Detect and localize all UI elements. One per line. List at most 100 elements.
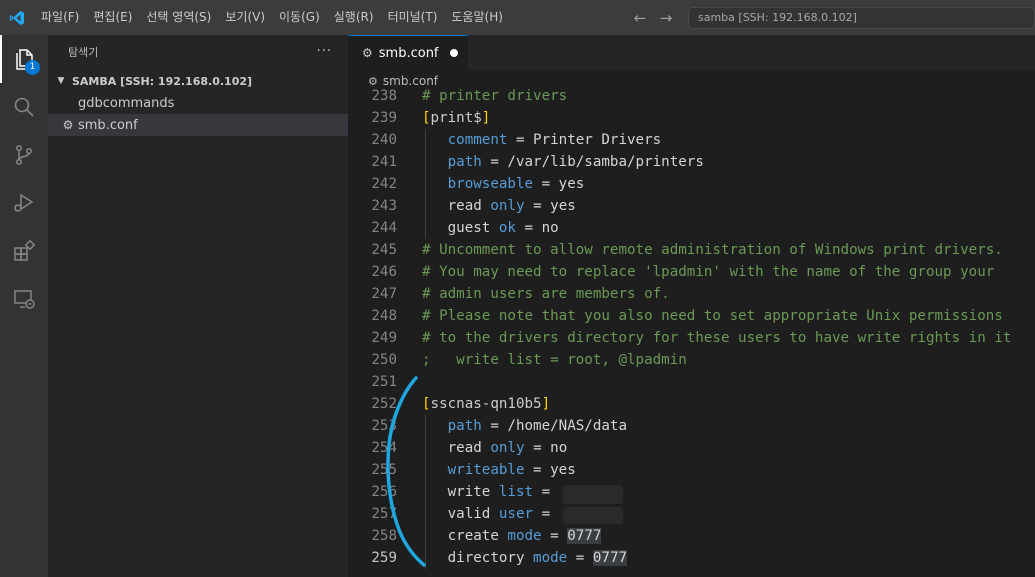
file-label: gdbcommands [78, 95, 175, 111]
line-number: 241 [371, 154, 397, 170]
menu-view[interactable]: 보기(V) [218, 0, 272, 35]
line-text: write list = [447, 484, 551, 500]
line-text: create mode = 0777 [447, 528, 602, 544]
chevron-down-icon: ▼ [57, 76, 65, 86]
line-text: read only = yes [447, 198, 576, 214]
code-line[interactable]: 245 # Uncomment to allow remote administr… [348, 239, 1035, 261]
title-bar: 파일(F) 편집(E) 선택 영역(S) 보기(V) 이동(G) 실행(R) 터… [0, 0, 1035, 35]
code-line[interactable]: 253 path = /home/NAS/data [348, 415, 1035, 437]
file-label: smb.conf [78, 117, 138, 133]
line-number: 238 [371, 88, 397, 104]
code-line[interactable]: 239 [print$] [348, 107, 1035, 129]
line-number: 254 [371, 440, 397, 456]
line-number: 248 [371, 308, 397, 324]
line-number: 255 [371, 462, 397, 478]
unsaved-dot-icon[interactable] [450, 49, 458, 57]
menu-bar: 파일(F) 편집(E) 선택 영역(S) 보기(V) 이동(G) 실행(R) 터… [34, 0, 510, 35]
line-text: [print$] [422, 110, 491, 126]
code-line[interactable]: 238 # printer drivers [348, 85, 1035, 107]
line-text: ; write list = root, @lpadmin [422, 352, 687, 368]
menu-selection[interactable]: 선택 영역(S) [139, 0, 218, 35]
line-text: directory mode = 0777 [447, 550, 628, 566]
line-text: writeable = yes [447, 462, 576, 478]
code-line[interactable]: 248 # Please note that you also need to s… [348, 305, 1035, 327]
code-line[interactable]: 254 read only = no [348, 437, 1035, 459]
activity-bar: 1 [0, 35, 48, 577]
line-number: 246 [371, 264, 397, 280]
line-number: 244 [371, 220, 397, 236]
gear-icon: ⚙ [362, 46, 373, 60]
tab-strip: ⚙ smb.conf [348, 35, 1035, 70]
menu-file[interactable]: 파일(F) [34, 0, 86, 35]
remote-explorer-icon[interactable] [0, 275, 48, 323]
code-line[interactable]: 258 create mode = 0777 [348, 525, 1035, 547]
explorer-badge: 1 [25, 60, 40, 75]
line-text: # Please note that you also need to set … [422, 308, 1003, 324]
code-line[interactable]: 241 path = /var/lib/samba/printers [348, 151, 1035, 173]
run-debug-icon[interactable] [0, 179, 48, 227]
code-line[interactable]: 244 guest ok = no [348, 217, 1035, 239]
more-actions-icon[interactable]: ··· [317, 35, 332, 70]
code-line[interactable]: 240 comment = Printer Drivers [348, 129, 1035, 151]
line-number: 242 [371, 176, 397, 192]
code-line[interactable]: 247 # admin users are members of. [348, 283, 1035, 305]
line-number: 252 [371, 396, 397, 412]
line-text: valid user = [447, 506, 551, 522]
source-control-icon[interactable] [0, 131, 48, 179]
file-item-smb-conf[interactable]: ⚙ smb.conf [48, 114, 348, 136]
line-number: 258 [371, 528, 397, 544]
code-line[interactable]: 249 # to the drivers directory for these … [348, 327, 1035, 349]
line-text: comment = Printer Drivers [447, 132, 662, 148]
extensions-icon[interactable] [0, 227, 48, 275]
line-number: 247 [371, 286, 397, 302]
menu-go[interactable]: 이동(G) [272, 0, 327, 35]
arrow-right-icon[interactable]: → [658, 9, 674, 27]
code-line[interactable]: 246 # You may need to replace 'lpadmin' w… [348, 261, 1035, 283]
line-number: 251 [371, 374, 397, 390]
gear-icon: ⚙ [62, 118, 74, 132]
line-number: 240 [371, 132, 397, 148]
tab-label: smb.conf [378, 45, 439, 61]
code-line[interactable]: 250 ; write list = root, @lpadmin [348, 349, 1035, 371]
menu-help[interactable]: 도움말(H) [444, 0, 510, 35]
code-line[interactable]: 257 valid user = [348, 503, 1035, 525]
line-text: guest ok = no [447, 220, 559, 236]
line-number: 249 [371, 330, 397, 346]
code-line[interactable]: 243 read only = yes [348, 195, 1035, 217]
line-number: 250 [371, 352, 397, 368]
code-line[interactable]: 259 directory mode = 0777 [348, 547, 1035, 569]
line-text: # printer drivers [422, 88, 568, 104]
line-text: # to the drivers directory for these use… [422, 330, 1012, 346]
line-number: 243 [371, 198, 397, 214]
code-line[interactable]: 252 [sscnas-qn10b5] [348, 393, 1035, 415]
redacted-value [563, 485, 623, 504]
code-line[interactable]: 251 [348, 371, 1035, 393]
line-text: read only = no [447, 440, 568, 456]
editor-area: ⚙ smb.conf ⚙ smb.conf 238 # printer drive… [348, 35, 1035, 577]
tab-smb-conf[interactable]: ⚙ smb.conf [348, 35, 468, 70]
line-text: browseable = yes [447, 176, 585, 192]
line-text: path = /var/lib/samba/printers [447, 154, 704, 170]
redacted-value [563, 507, 623, 524]
menu-terminal[interactable]: 터미널(T) [381, 0, 445, 35]
line-text: # admin users are members of. [422, 286, 670, 302]
line-number: 256 [371, 484, 397, 500]
explorer-title: 탐색기 [68, 46, 99, 59]
line-number: 245 [371, 242, 397, 258]
menu-run[interactable]: 실행(R) [327, 0, 381, 35]
code-line[interactable]: 256 write list = [348, 481, 1035, 503]
vscode-logo-icon [0, 0, 34, 35]
arrow-left-icon[interactable]: ← [632, 9, 648, 27]
file-item-gdbcommands[interactable]: gdbcommands [48, 92, 348, 114]
line-text: [sscnas-qn10b5] [422, 396, 551, 412]
line-number: 259 [371, 550, 397, 566]
nav-arrows: ← → [632, 0, 674, 35]
menu-edit[interactable]: 편집(E) [86, 0, 139, 35]
code-line[interactable]: 255 writeable = yes [348, 459, 1035, 481]
search-icon[interactable] [0, 83, 48, 131]
command-center-search[interactable]: samba [SSH: 192.168.0.102] [688, 7, 1035, 29]
code-line[interactable]: 242 browseable = yes [348, 173, 1035, 195]
workspace-folder[interactable]: ▼ SAMBA [SSH: 192.168.0.102] [48, 70, 348, 92]
line-text: path = /home/NAS/data [447, 418, 628, 434]
files-icon[interactable]: 1 [0, 35, 48, 83]
